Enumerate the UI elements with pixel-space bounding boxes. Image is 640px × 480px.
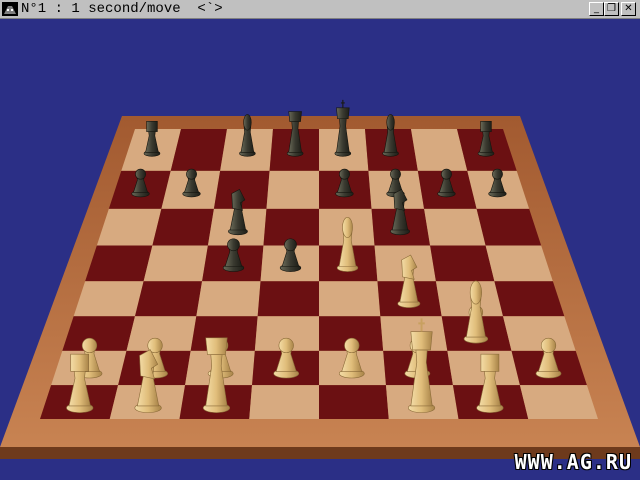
game-window: N°1 : 1 second/move <`> _ ❐ ✕ WWW.AG.RU — [0, 0, 640, 480]
board-square-d7[interactable] — [266, 170, 319, 209]
board-square-g5[interactable] — [430, 245, 495, 282]
chess-board-3d[interactable] — [0, 19, 640, 480]
board-square-e1[interactable] — [319, 385, 389, 419]
minimize-button[interactable]: _ — [589, 2, 604, 16]
board-square-b6[interactable] — [152, 208, 214, 246]
chess-app-icon — [2, 2, 18, 16]
restore-button[interactable]: ❐ — [604, 2, 619, 16]
board-square-g6[interactable] — [424, 208, 486, 246]
chess-scene: WWW.AG.RU — [0, 19, 640, 480]
board-square-b5[interactable] — [143, 245, 208, 282]
board-square-d1[interactable] — [249, 385, 319, 419]
window-title: N°1 : 1 second/move <`> — [21, 1, 223, 17]
board-square-h3[interactable] — [503, 316, 576, 351]
board-square-h5[interactable] — [485, 245, 553, 282]
board-square-d4[interactable] — [257, 281, 319, 317]
board-square-h4[interactable] — [494, 281, 565, 317]
board-square-a4[interactable] — [73, 281, 144, 317]
watermark-logo: WWW.AG.RU — [514, 450, 632, 474]
board-square-h1[interactable] — [519, 385, 598, 419]
board-square-e4[interactable] — [319, 281, 381, 317]
board-square-a3[interactable] — [62, 316, 135, 351]
title-bar[interactable]: N°1 : 1 second/move <`> _ ❐ ✕ — [0, 0, 640, 19]
close-button[interactable]: ✕ — [621, 2, 636, 16]
board-squares — [40, 129, 598, 419]
board-square-b4[interactable] — [134, 281, 203, 317]
board-square-a5[interactable] — [85, 245, 153, 282]
board-square-c4[interactable] — [196, 281, 261, 317]
